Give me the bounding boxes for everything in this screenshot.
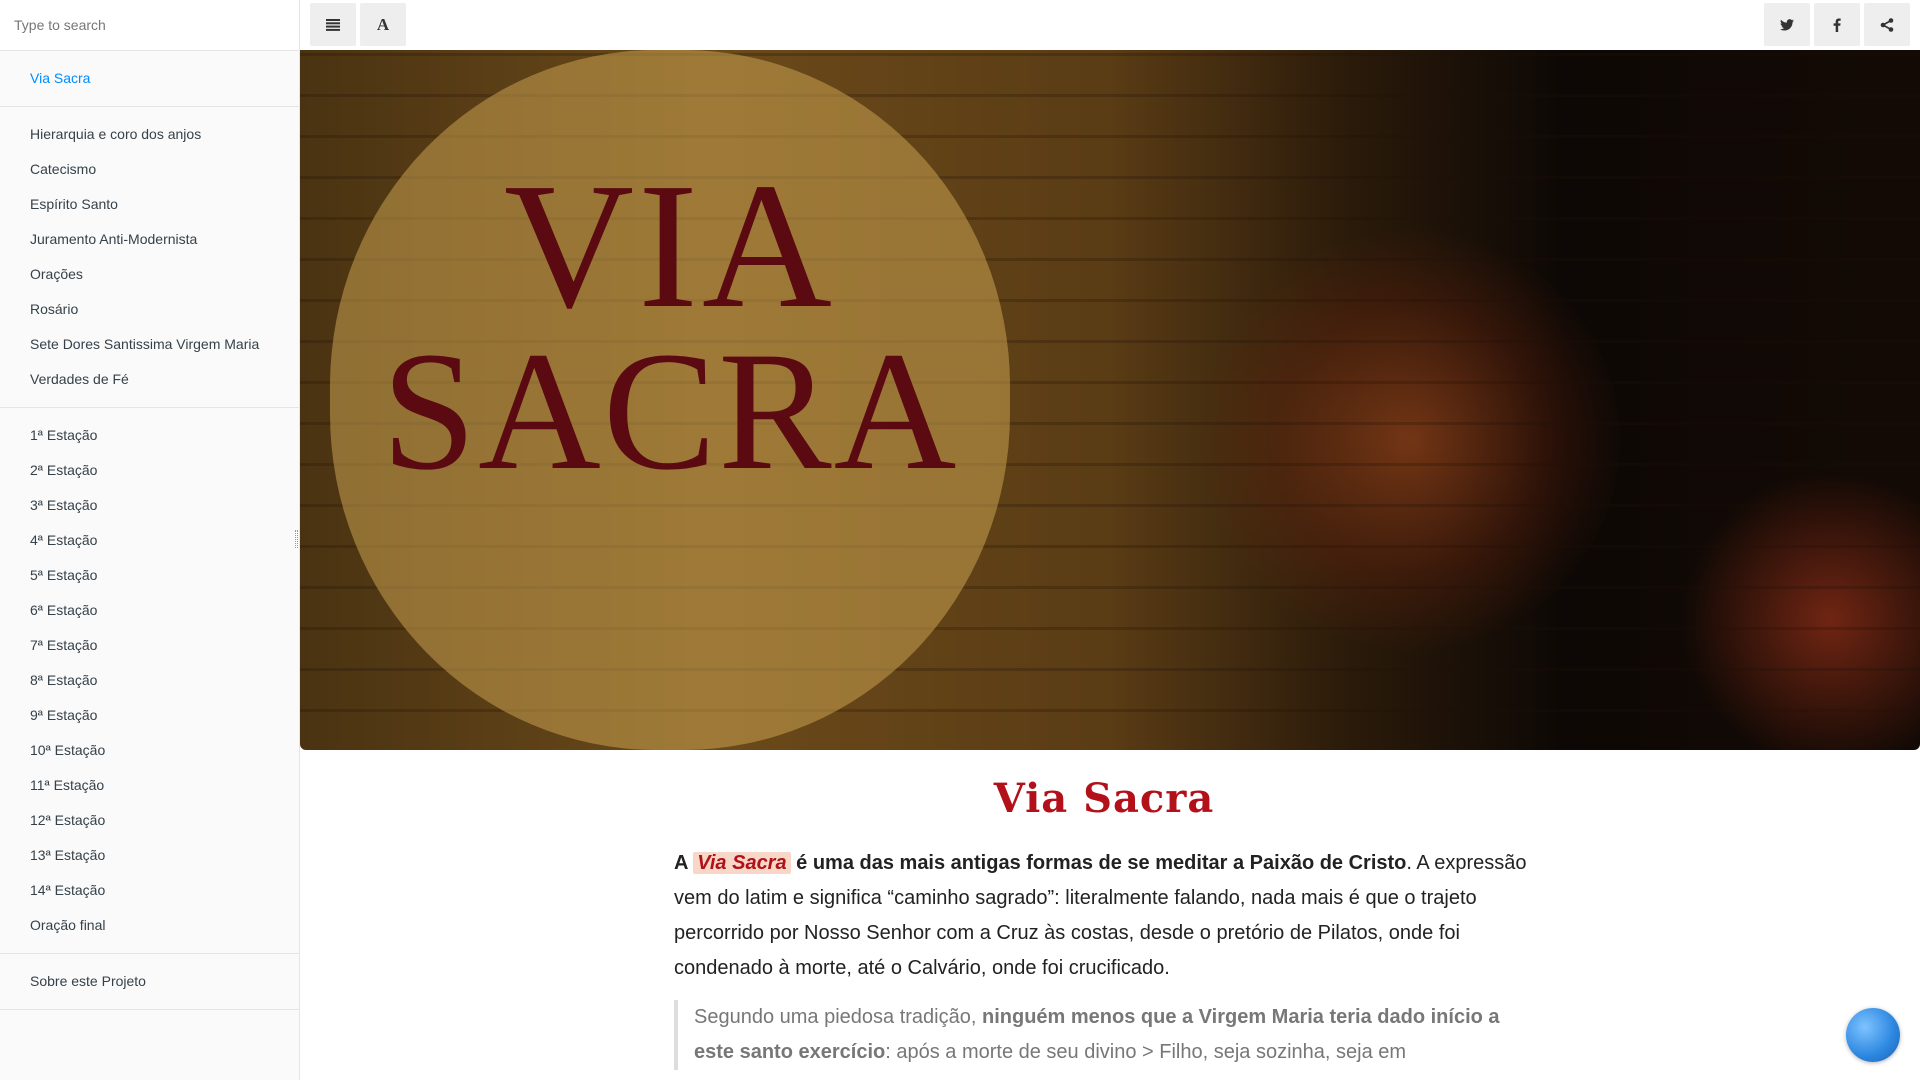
banner-image: VIA SACRA <box>300 50 1920 750</box>
sidebar-item-rosario[interactable]: Rosário <box>0 292 299 327</box>
intro-lead: A <box>674 852 694 874</box>
quote-lead: Segundo uma piedosa tradição, <box>694 1006 982 1028</box>
sidebar: Via Sacra Hierarquia e coro dos anjos Ca… <box>0 0 300 1080</box>
banner-title-line2: SACRA <box>381 317 959 505</box>
sidebar-item-estacao-8[interactable]: 8ª Estação <box>0 663 299 698</box>
sidebar-item-estacao-13[interactable]: 13ª Estação <box>0 838 299 873</box>
facebook-icon <box>1833 17 1841 32</box>
sidebar-item-sobre[interactable]: Sobre este Projeto <box>0 964 299 999</box>
sidebar-item-estacao-5[interactable]: 5ª Estação <box>0 558 299 593</box>
sidebar-item-estacao-3[interactable]: 3ª Estação <box>0 488 299 523</box>
page-title: Via Sacra <box>993 775 1215 822</box>
intro-bold: é uma das mais antigas formas de se medi… <box>790 852 1407 874</box>
sidebar-item-estacao-4[interactable]: 4ª Estação <box>0 523 299 558</box>
sidebar-item-sete-dores[interactable]: Sete Dores Santissima Virgem Maria <box>0 327 299 362</box>
header-toolbar: A <box>300 0 1920 50</box>
sidebar-item-estacao-1[interactable]: 1ª Estação <box>0 418 299 453</box>
menu-icon <box>326 18 340 31</box>
tradition-quote: Segundo uma piedosa tradição, ninguém me… <box>674 1000 1534 1070</box>
nav-group-topics: Hierarquia e coro dos anjos Catecismo Es… <box>0 107 299 408</box>
sidebar-item-estacao-14[interactable]: 14ª Estação <box>0 873 299 908</box>
search-input[interactable] <box>14 17 285 33</box>
twitter-share-button[interactable] <box>1764 3 1810 46</box>
sidebar-item-oracao-final[interactable]: Oração final <box>0 908 299 943</box>
share-icon <box>1880 17 1894 32</box>
globe-icon[interactable] <box>1846 1008 1900 1062</box>
nav-group-main: Via Sacra <box>0 51 299 107</box>
toggle-sidebar-button[interactable] <box>310 3 356 46</box>
sidebar-item-estacao-7[interactable]: 7ª Estação <box>0 628 299 663</box>
sidebar-item-verdades-de-fe[interactable]: Verdades de Fé <box>0 362 299 397</box>
intro-paragraph: A Via Sacra é uma das mais antigas forma… <box>674 846 1534 986</box>
sidebar-item-estacao-12[interactable]: 12ª Estação <box>0 803 299 838</box>
sidebar-item-estacao-11[interactable]: 11ª Estação <box>0 768 299 803</box>
sidebar-resize-handle[interactable] <box>295 530 298 548</box>
sidebar-item-via-sacra[interactable]: Via Sacra <box>0 61 299 96</box>
sidebar-item-hierarquia[interactable]: Hierarquia e coro dos anjos <box>0 117 299 152</box>
facebook-share-button[interactable] <box>1814 3 1860 46</box>
sidebar-item-juramento[interactable]: Juramento Anti-Modernista <box>0 222 299 257</box>
search-box <box>0 0 299 51</box>
sidebar-item-estacao-10[interactable]: 10ª Estação <box>0 733 299 768</box>
via-sacra-highlight: Via Sacra <box>693 852 791 874</box>
banner-title: VIA SACRA <box>330 146 1010 505</box>
share-button[interactable] <box>1864 3 1910 46</box>
font-settings-button[interactable]: A <box>360 3 406 46</box>
sidebar-item-estacao-2[interactable]: 2ª Estação <box>0 453 299 488</box>
sidebar-item-estacao-6[interactable]: 6ª Estação <box>0 593 299 628</box>
main-content: VIA SACRA Via Sacra A Via Sacra é uma da… <box>300 50 1920 1080</box>
sidebar-item-catecismo[interactable]: Catecismo <box>0 152 299 187</box>
sidebar-item-oracoes[interactable]: Orações <box>0 257 299 292</box>
nav-group-about: Sobre este Projeto <box>0 954 299 1010</box>
nav-group-stations: 1ª Estação 2ª Estação 3ª Estação 4ª Esta… <box>0 408 299 954</box>
sidebar-item-espirito-santo[interactable]: Espírito Santo <box>0 187 299 222</box>
quote-rest: : após a morte de seu divino > Filho, se… <box>885 1041 1407 1063</box>
sidebar-item-estacao-9[interactable]: 9ª Estação <box>0 698 299 733</box>
article: Via Sacra A Via Sacra é uma das mais ant… <box>674 775 1534 1070</box>
font-settings-label: A <box>376 14 390 34</box>
banner-title-line1: VIA <box>504 146 836 345</box>
twitter-icon <box>1780 18 1794 30</box>
